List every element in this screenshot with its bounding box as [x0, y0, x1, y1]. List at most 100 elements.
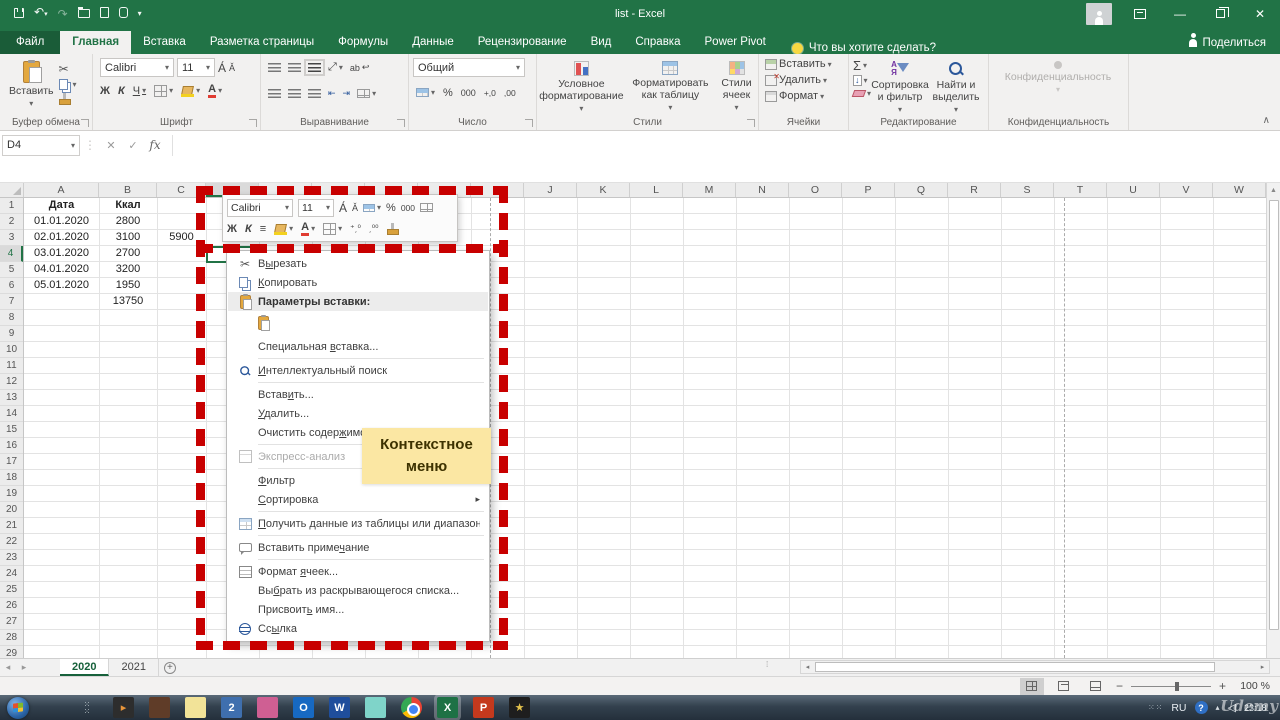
- menu-item-сортировка[interactable]: Сортировка▸: [228, 490, 488, 509]
- insert-function-icon[interactable]: fx: [144, 138, 166, 152]
- sort-filter-button[interactable]: АЯ Сортировка и фильтр▾: [871, 58, 929, 117]
- font-color-button[interactable]: A▾: [208, 84, 222, 98]
- cell-B3[interactable]: 3100: [99, 230, 157, 246]
- column-header-A[interactable]: A: [24, 183, 99, 197]
- taskbar-icon-app-brown[interactable]: [149, 697, 170, 718]
- collapse-ribbon-icon[interactable]: ∧: [1263, 115, 1270, 126]
- row-header-16[interactable]: 16: [0, 438, 23, 454]
- mini-align-center-button[interactable]: ≡: [260, 223, 266, 235]
- tab-Power Pivot[interactable]: Power Pivot: [693, 31, 778, 54]
- taskbar-icon-taskbar-dots[interactable]: ⁙ ⁙: [77, 697, 98, 718]
- show-hidden-icons[interactable]: ▴: [1216, 703, 1220, 712]
- align-bottom-icon[interactable]: [308, 63, 321, 72]
- avatar[interactable]: [1086, 3, 1112, 25]
- minimize-button[interactable]: —: [1160, 0, 1200, 27]
- redo-icon[interactable]: ↷: [58, 8, 68, 20]
- clipboard-dialog-launcher[interactable]: [81, 119, 89, 127]
- mini-font-size-select[interactable]: 11▾: [298, 199, 334, 217]
- tab-Формулы[interactable]: Формулы: [326, 31, 400, 54]
- column-header-K[interactable]: K: [577, 183, 630, 197]
- share-button[interactable]: Поделиться: [1189, 37, 1266, 49]
- sheet-nav-left-icon[interactable]: ◂: [0, 659, 16, 676]
- column-header-S[interactable]: S: [1001, 183, 1054, 197]
- language-indicator[interactable]: RU: [1171, 702, 1186, 714]
- tab-Разметка страницы[interactable]: Разметка страницы: [198, 31, 326, 54]
- cell-A1[interactable]: Дата: [24, 198, 99, 214]
- percent-style-button[interactable]: %: [443, 87, 453, 99]
- menu-item-удалить-[interactable]: Удалить...: [228, 404, 488, 423]
- row-header-18[interactable]: 18: [0, 470, 23, 486]
- open-icon[interactable]: [78, 8, 90, 20]
- delete-cells-button[interactable]: Удалить▾: [765, 74, 844, 86]
- mini-borders-button[interactable]: ▾: [323, 223, 342, 235]
- taskbar-icon-media-player[interactable]: ▸: [113, 697, 134, 718]
- menu-item-получить-данные-из-таблицы-или-диапазона-[interactable]: Получить данные из таблицы или диапазона…: [228, 514, 488, 533]
- row-header-19[interactable]: 19: [0, 486, 23, 502]
- mini-grow-font-button[interactable]: А́: [339, 201, 347, 215]
- zoom-in-button[interactable]: +: [1219, 679, 1226, 693]
- menu-item-вставить-[interactable]: Вставить...: [228, 385, 488, 404]
- cell-A3[interactable]: 02.01.2020: [24, 230, 99, 246]
- column-header-O[interactable]: O: [789, 183, 842, 197]
- vertical-scrollbar[interactable]: ▲: [1266, 183, 1280, 658]
- row-header-3[interactable]: 3: [0, 230, 23, 246]
- speaker-icon[interactable]: ◁: [1228, 701, 1236, 714]
- mini-font-color-button[interactable]: A▾: [301, 222, 315, 236]
- normal-view-button[interactable]: [1020, 678, 1044, 695]
- row-header-26[interactable]: 26: [0, 598, 23, 614]
- font-size-select[interactable]: 11▾: [177, 58, 215, 77]
- mini-font-name-select[interactable]: Calibri▾: [227, 199, 293, 217]
- merge-center-button[interactable]: ▾: [357, 89, 376, 98]
- menu-item-ссылка[interactable]: Ссылка: [228, 619, 488, 638]
- grow-font-button[interactable]: А́: [218, 61, 226, 75]
- cell-A5[interactable]: 04.01.2020: [24, 262, 99, 278]
- name-box[interactable]: D4▾: [2, 135, 80, 156]
- cell-B5[interactable]: 3200: [99, 262, 157, 278]
- row-header-13[interactable]: 13: [0, 390, 23, 406]
- ribbon-display-options-button[interactable]: [1120, 0, 1160, 27]
- alignment-dialog-launcher[interactable]: [397, 119, 405, 127]
- number-dialog-launcher[interactable]: [525, 119, 533, 127]
- menu-item-интеллектуальный-поиск[interactable]: Интеллектуальный поиск: [228, 361, 488, 380]
- taskbar-icon-powerpoint[interactable]: P: [473, 697, 494, 718]
- zoom-slider[interactable]: [1131, 686, 1211, 687]
- row-header-11[interactable]: 11: [0, 358, 23, 374]
- decrease-decimal-button[interactable]: ,00: [504, 88, 516, 98]
- menu-item-формат-ячеек-[interactable]: Формат ячеек...: [228, 562, 488, 581]
- cut-button[interactable]: ✂: [59, 62, 77, 76]
- row-header-7[interactable]: 7: [0, 294, 23, 310]
- accounting-format-button[interactable]: ▾: [416, 88, 435, 97]
- wrap-text-button[interactable]: ab↩: [350, 62, 370, 73]
- taskbar-icon-app-teal[interactable]: [365, 697, 386, 718]
- fill-color-button[interactable]: ▾: [181, 85, 200, 97]
- sheet-tab-2020[interactable]: 2020: [60, 659, 109, 676]
- row-header-21[interactable]: 21: [0, 518, 23, 534]
- zoom-level[interactable]: 100 %: [1234, 680, 1270, 692]
- page-layout-view-button[interactable]: [1052, 678, 1076, 695]
- copy-button[interactable]: ▾: [59, 79, 77, 90]
- row-header-5[interactable]: 5: [0, 262, 23, 278]
- format-as-table-button[interactable]: Форматировать как таблицу▾: [628, 58, 712, 116]
- align-center-icon[interactable]: [288, 89, 301, 98]
- tab-file[interactable]: Файл: [0, 31, 60, 54]
- autosum-button[interactable]: Σ▾: [853, 59, 871, 72]
- menu-item-специальная-вставка-[interactable]: Специальная вставка...: [228, 337, 488, 356]
- row-header-24[interactable]: 24: [0, 566, 23, 582]
- new-sheet-button[interactable]: +: [159, 659, 181, 676]
- row-header-25[interactable]: 25: [0, 582, 23, 598]
- mini-shrink-font-button[interactable]: А̌: [352, 203, 358, 213]
- undo-icon[interactable]: ↶▾: [34, 6, 48, 21]
- tab-Справка[interactable]: Справка: [623, 31, 692, 54]
- conditional-formatting-button[interactable]: Условное форматирование▾: [538, 58, 624, 116]
- decrease-indent-icon[interactable]: ⇤: [328, 88, 336, 99]
- menu-item-вырезать[interactable]: ✂Вырезать: [228, 254, 488, 273]
- cell-B4[interactable]: 2700: [99, 246, 157, 262]
- mini-percent-button[interactable]: %: [386, 202, 396, 214]
- tab-Вид[interactable]: Вид: [579, 31, 624, 54]
- row-header-20[interactable]: 20: [0, 502, 23, 518]
- tab-Вставка[interactable]: Вставка: [131, 31, 198, 54]
- row-header-9[interactable]: 9: [0, 326, 23, 342]
- taskbar-icon-sticky-notes[interactable]: [185, 697, 206, 718]
- mini-decrease-decimal-button[interactable]: ͵⁰⁰: [369, 223, 379, 234]
- taskbar-icon-outlook[interactable]: O: [293, 697, 314, 718]
